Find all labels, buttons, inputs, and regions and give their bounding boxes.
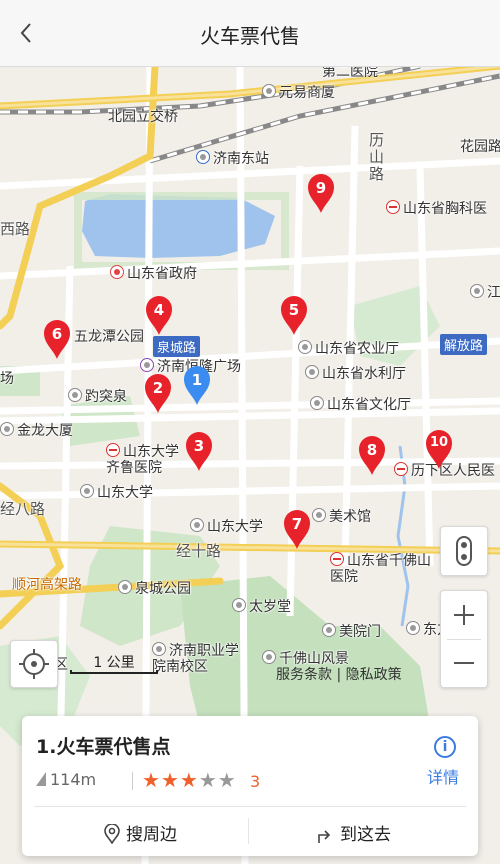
map-label-jinlong: 金龙大厦	[0, 420, 73, 440]
divider	[248, 818, 249, 844]
map-label-lishan: 历山路	[367, 132, 385, 183]
hospital-icon	[394, 462, 408, 476]
map-label-jiang: 江	[470, 282, 500, 302]
poi-icon	[305, 365, 319, 379]
map-label-meiyuan: 美院门	[322, 621, 381, 641]
info-icon[interactable]: i	[434, 736, 456, 758]
map-label-xiongke: 山东省胸科医	[386, 198, 487, 218]
map-label-shuili: 山东省水利厅	[305, 363, 406, 383]
poi-icon	[232, 598, 246, 612]
star-empty-icon: ★	[217, 768, 237, 792]
map-label-qianfo: 山东省千佛山医院	[330, 552, 431, 585]
search-nearby-button[interactable]: 搜周边	[104, 820, 177, 845]
distance: 114m	[36, 770, 96, 789]
traffic-toggle-button[interactable]	[440, 526, 488, 576]
star-empty-icon: ★	[198, 768, 218, 792]
route-arrow-icon	[318, 830, 331, 843]
zoom-control	[440, 590, 488, 688]
mall-icon	[140, 358, 154, 372]
route-here-button[interactable]: 到这去	[316, 820, 391, 845]
divider	[132, 772, 133, 790]
scale-label: 1 公里	[93, 655, 135, 671]
plus-icon	[454, 605, 474, 625]
map-label-wenhua: 山东省文化厅	[310, 394, 411, 414]
poi-info-card: 1.火车票代售点 i 详情 114m ★★★★★ 3 搜周边 到这去	[22, 716, 478, 856]
poi-title: 1.火车票代售点	[36, 736, 171, 758]
map-scale: 1 公里	[70, 654, 158, 674]
map-pin-5[interactable]: 5	[279, 294, 309, 336]
map-label-huayuan: 花园路	[460, 139, 500, 155]
map-label-quanchenggy: 泉城公园	[118, 578, 191, 598]
poi-icon	[262, 84, 276, 98]
map-label-jinandong: 济南东站	[196, 148, 269, 168]
map-pin-10[interactable]: 10	[424, 428, 454, 470]
map-label-jingba: 经八路	[0, 500, 46, 518]
map-label-meishu: 美术馆	[312, 506, 371, 526]
poi-icon	[310, 396, 324, 410]
map-label-beiyuan: 北园立交桥	[108, 109, 178, 125]
park-icon	[118, 580, 132, 594]
map-label-zhiye: 济南职业学院南校区	[152, 642, 239, 675]
locate-me-button[interactable]	[10, 640, 58, 688]
page-title: 火车票代售	[200, 24, 300, 48]
map-label-dier: 第二医院	[322, 66, 378, 80]
map-label-shanda: 山东大学	[80, 482, 153, 502]
map-label-baotu: 趵突泉	[68, 386, 127, 406]
map-label-shanda2: 山东大学	[190, 516, 263, 536]
minus-icon	[454, 662, 474, 664]
hospital-icon	[106, 443, 120, 457]
poi-icon	[298, 340, 312, 354]
zoom-in-button[interactable]	[441, 591, 487, 639]
star-icon: ★	[142, 768, 161, 792]
rating-stars: ★★★★★	[142, 768, 237, 792]
map-pin-3[interactable]: 3	[184, 430, 214, 472]
map-pin-8[interactable]: 8	[357, 434, 387, 476]
traffic-light-icon	[456, 536, 472, 566]
map-label-xilu: 西路	[0, 220, 31, 238]
map-pin-2[interactable]: 2	[143, 372, 173, 414]
location-pin-icon	[104, 823, 120, 845]
map-label-chang: 场	[0, 371, 14, 387]
zoom-out-button[interactable]	[441, 639, 487, 687]
star-icon: ★	[160, 768, 180, 792]
poi-icon	[262, 650, 276, 664]
hospital-icon	[386, 200, 400, 214]
poi-icon	[80, 484, 94, 498]
map-pin-7[interactable]: 7	[282, 508, 312, 550]
map-label-nongye: 山东省农业厅	[298, 338, 399, 358]
map-label-zhengfu: 山东省政府	[110, 263, 197, 283]
details-link[interactable]: 详情	[427, 764, 459, 788]
divider	[34, 806, 466, 807]
train-station-icon	[196, 150, 210, 164]
rating-score: 3	[250, 772, 261, 791]
locate-icon	[19, 649, 49, 679]
map-pin-6[interactable]: 6	[42, 318, 72, 360]
map-pin-1-selected[interactable]: 1	[182, 364, 212, 406]
poi-icon	[190, 518, 204, 532]
map-label-qilu: 山东大学齐鲁医院	[106, 443, 179, 476]
road-tag-jiefang: 解放路	[440, 334, 488, 355]
map-pin-4[interactable]: 4	[144, 294, 174, 336]
hospital-icon	[330, 552, 344, 566]
government-icon	[110, 265, 124, 279]
poi-icon	[68, 388, 82, 402]
navigation-arrow-icon	[36, 772, 46, 786]
poi-icon	[322, 623, 336, 637]
scale-bar	[70, 670, 158, 674]
road-tag-quancheng: 泉城路	[153, 336, 201, 357]
map-label-shunhe: 顺河高架路	[12, 577, 82, 593]
star-icon: ★	[179, 768, 199, 792]
poi-icon	[312, 508, 326, 522]
poi-icon	[470, 284, 484, 298]
map-label-yuanyi: 元易商厦	[262, 82, 335, 102]
map-pin-9[interactable]: 9	[306, 172, 336, 214]
top-bar: 火车票代售	[0, 0, 500, 67]
map-label-taisui: 太岁堂	[232, 596, 291, 616]
map-attribution[interactable]: 服务条款 | 隐私政策	[276, 664, 402, 684]
map-label-jingshi: 经十路	[176, 542, 222, 560]
poi-icon	[406, 621, 420, 635]
map-label-wulongtan: 五龙潭公园	[74, 329, 144, 345]
poi-icon	[0, 422, 14, 436]
